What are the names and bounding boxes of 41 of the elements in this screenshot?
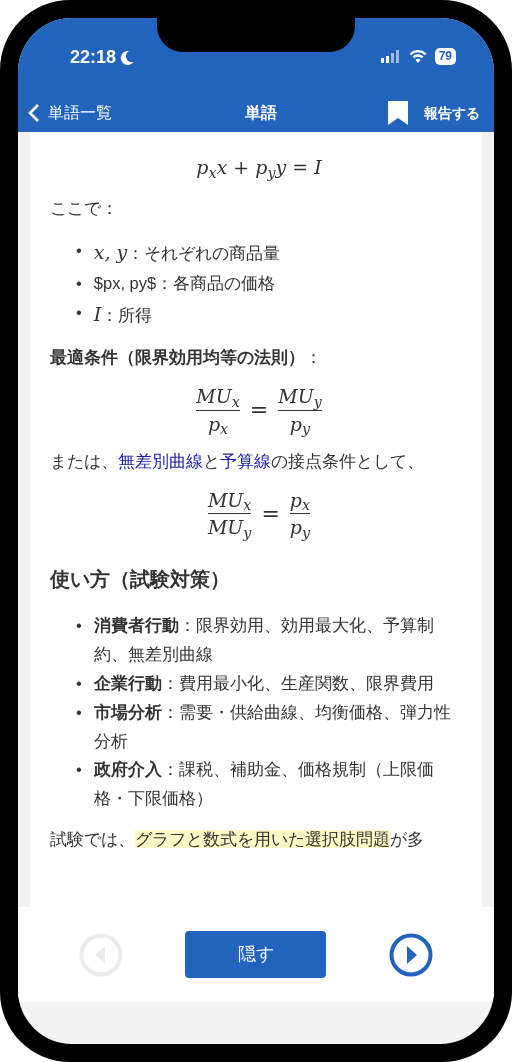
battery-indicator: 79: [434, 47, 456, 65]
list-item: 政府介入：課税、補助金、価格規制（上限価格・下限価格）: [93, 759, 435, 810]
list-item: $px, py$：各商品の価格: [93, 273, 276, 295]
nav-title: 単語: [244, 103, 278, 123]
equals-sign: =: [261, 500, 280, 529]
formula: p$_{x}$x + p$_{y}$y = I: [196, 155, 322, 183]
bullet-marker: •: [76, 759, 82, 781]
back-chevron-icon: [28, 103, 40, 123]
status-time: 22:18: [70, 46, 117, 69]
denominator: p$_{y}$: [289, 411, 311, 438]
bullet-marker: •: [76, 672, 82, 694]
list-item: 消費者行動：限界効用、効用最大化、予算制約、無差別曲線: [93, 615, 435, 665]
paragraph: 試験では、グラフと数式を用いた選択肢問題が多: [50, 829, 425, 851]
denominator: MU$_{y}$: [207, 515, 252, 541]
bullet-marker: •: [76, 701, 82, 723]
denominator: p$_{x}$: [207, 411, 229, 438]
paragraph: または、無差別曲線 と 予算線の接点条件として、: [50, 451, 425, 473]
hide-button[interactable]: 隠す: [185, 931, 327, 978]
bullet-marker: •: [76, 273, 82, 295]
paragraph: 最適条件（限界効用均等の法則）：: [50, 347, 323, 369]
numerator: MU$_{y}$: [278, 383, 322, 410]
term-link[interactable]: 無差別曲線: [118, 452, 203, 471]
list-item: I：所得: [93, 302, 153, 327]
list-item: x, y：それぞれの商品量: [93, 239, 281, 265]
list-item: 企業行動：費用最小化、生産関数、限界費用: [93, 672, 434, 694]
bullet-marker: •: [76, 302, 82, 323]
back-link[interactable]: 単語一覧: [28, 101, 112, 125]
denominator: p$_{y}$: [289, 515, 311, 541]
section-heading: 使い方（試験対策）: [50, 567, 231, 592]
term-link[interactable]: 予算線: [220, 452, 271, 471]
bookmark-icon[interactable]: [388, 100, 408, 126]
next-button[interactable]: [388, 932, 433, 977]
report-link[interactable]: 報告する: [424, 102, 480, 124]
list-item: 市場分析：需要・供給曲線、均衡価格、弾力性分析: [93, 701, 452, 752]
bullet-marker: •: [76, 239, 82, 261]
equals-sign: =: [249, 396, 269, 425]
bullet-marker: •: [76, 615, 82, 636]
numerator: MU$_{x}$: [207, 487, 252, 514]
paragraph: ここで：: [50, 198, 119, 220]
numerator: MU$_{x}$: [196, 383, 240, 410]
numerator: p$_{x}$: [289, 487, 311, 514]
